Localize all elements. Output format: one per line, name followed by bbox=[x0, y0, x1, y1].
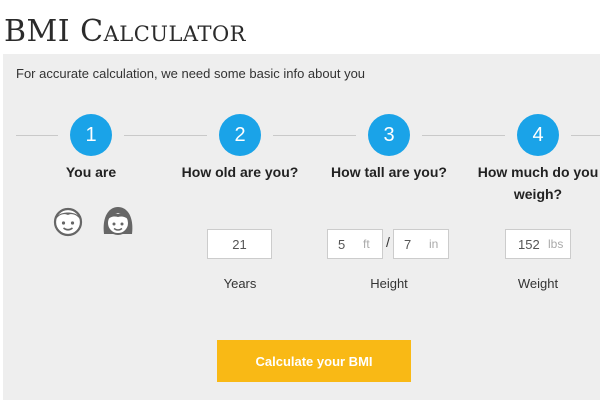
age-value: 21 bbox=[232, 237, 247, 252]
step-label: You are bbox=[65, 164, 117, 180]
height-feet-unit: ft bbox=[363, 237, 370, 251]
step-line bbox=[314, 135, 356, 136]
step-number: 2 bbox=[219, 114, 261, 156]
male-face-icon[interactable] bbox=[51, 204, 85, 238]
height-feet-input[interactable]: 5 ft bbox=[327, 229, 383, 259]
step-line bbox=[273, 135, 315, 136]
step-height: 3 How tall are you? 5 ft / 7 in Height bbox=[314, 114, 464, 354]
height-feet-value: 5 bbox=[338, 237, 346, 252]
step-number: 1 bbox=[70, 114, 112, 156]
weight-unit: lbs bbox=[548, 237, 564, 251]
height-separator: / bbox=[386, 234, 390, 250]
step-line bbox=[422, 135, 464, 136]
step-weight: 4 How much do you weigh? 152 lbs Weight bbox=[463, 114, 600, 354]
weight-input[interactable]: 152 lbs bbox=[505, 229, 571, 259]
page-title: BMI Calculator bbox=[4, 14, 246, 49]
height-inches-value: 7 bbox=[404, 237, 412, 252]
calculator-panel: For accurate calculation, we need some b… bbox=[3, 54, 600, 400]
step-line bbox=[124, 135, 166, 136]
step-label: How much do you weigh? bbox=[477, 164, 599, 202]
step-age: 2 How old are you? 21 Years bbox=[165, 114, 315, 354]
step-line bbox=[165, 135, 207, 136]
height-inches-input[interactable]: 7 in bbox=[393, 229, 449, 259]
age-input[interactable]: 21 bbox=[207, 229, 272, 259]
height-inches-unit: in bbox=[429, 237, 439, 251]
weight-value: 152 bbox=[518, 237, 540, 252]
step-label: How old are you? bbox=[181, 164, 299, 180]
step-line bbox=[16, 135, 58, 136]
calculate-bmi-button[interactable]: Calculate your BMI bbox=[217, 340, 411, 382]
height-caption: Height bbox=[370, 276, 408, 291]
step-number: 4 bbox=[517, 114, 559, 156]
weight-caption: Weight bbox=[517, 276, 559, 291]
step-label: How tall are you? bbox=[331, 164, 447, 180]
intro-text: For accurate calculation, we need some b… bbox=[16, 66, 366, 81]
age-caption: Years bbox=[223, 276, 257, 291]
step-line bbox=[463, 135, 505, 136]
step-line bbox=[571, 135, 600, 136]
step-number: 3 bbox=[368, 114, 410, 156]
female-face-icon[interactable] bbox=[101, 204, 135, 238]
step-gender: 1 You are bbox=[16, 114, 166, 354]
